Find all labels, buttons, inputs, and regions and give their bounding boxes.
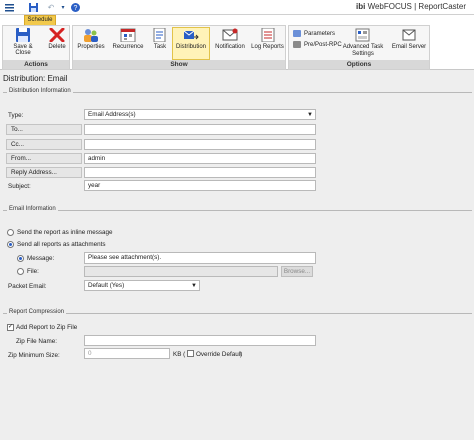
close-paren: )	[240, 351, 243, 358]
envelope-icon	[222, 28, 238, 42]
floppy-icon	[15, 28, 31, 42]
title-bar: ↶ ▾ ? ibi WebFOCUS | ReportCaster	[0, 0, 474, 15]
group-label-show: Show	[73, 60, 285, 69]
parameters-label: Parameters	[304, 30, 336, 37]
group-label-actions: Actions	[3, 60, 69, 69]
override-default-checkbox[interactable]	[187, 350, 194, 357]
notification-button[interactable]: Notification	[212, 28, 248, 59]
file-radio[interactable]	[17, 268, 24, 275]
packet-email-value: Default (Yes)	[88, 282, 125, 289]
packet-email-select[interactable]: Default (Yes) ▼	[84, 280, 200, 291]
file-label: File:	[27, 268, 39, 275]
app-title-prefix: WebFOCUS	[367, 2, 412, 11]
parameters-button[interactable]: Parameters	[293, 30, 335, 37]
app-title-suffix: ReportCaster	[418, 2, 466, 11]
pre-post-rpc-label: Pre/Post-RPC	[304, 41, 342, 48]
subject-label: Subject:	[8, 183, 31, 190]
section-title-distribution: Distribution Information	[7, 88, 73, 94]
undo-icon[interactable]: ↶	[46, 2, 56, 12]
packet-email-label: Packet Email:	[8, 283, 47, 290]
attachments-label: Send all reports as attachments	[17, 241, 106, 248]
message-field[interactable]: Please see attachment(s).	[84, 252, 316, 264]
zip-min-size-field[interactable]: 0	[84, 348, 170, 359]
help-icon[interactable]: ?	[70, 2, 80, 12]
tab-row: Schedule	[0, 15, 474, 25]
chevron-down-icon: ▼	[191, 283, 197, 289]
type-select[interactable]: Email Address(s) ▼	[84, 109, 316, 120]
section-title-compression: Report Compression	[7, 309, 67, 315]
from-button[interactable]: From...	[6, 153, 82, 164]
properties-icon	[83, 28, 99, 42]
notification-label: Notification	[215, 44, 245, 50]
advanced-task-settings-label: Advanced Task Settings	[342, 44, 384, 57]
log-icon	[260, 27, 276, 43]
task-label: Task	[153, 44, 167, 50]
inline-message-radio[interactable]	[7, 229, 14, 236]
advanced-settings-icon	[355, 28, 371, 42]
distribution-label: Distribution	[175, 44, 206, 50]
app-title: ibi WebFOCUS | ReportCaster	[355, 2, 466, 11]
chevron-down-icon[interactable]: ▾	[60, 2, 66, 12]
inline-message-label: Send the report as inline message	[17, 229, 113, 236]
recurrence-button[interactable]: Recurrence	[109, 28, 147, 59]
task-icon	[152, 27, 168, 43]
calendar-icon	[120, 28, 136, 43]
reply-address-button[interactable]: Reply Address...	[6, 167, 82, 178]
parameters-icon	[293, 30, 301, 37]
type-select-value: Email Address(s)	[88, 111, 136, 118]
to-button[interactable]: To...	[6, 124, 82, 135]
log-reports-label: Log Reports	[251, 44, 284, 50]
task-button[interactable]: Task	[149, 27, 171, 59]
page-title: Distribution: Email	[3, 74, 68, 83]
email-server-icon	[401, 28, 417, 42]
file-field[interactable]	[84, 266, 278, 277]
attachments-radio[interactable]	[7, 241, 14, 248]
ribbon-group-actions: Save & Close Delete Actions	[2, 25, 70, 70]
save-icon[interactable]	[28, 2, 38, 12]
email-server-label: Email Server	[391, 44, 427, 50]
delete-x-icon	[49, 27, 65, 43]
ribbon-group-show: Properties Recurrence Task Distribution …	[72, 25, 286, 70]
cc-field[interactable]	[84, 139, 316, 150]
recurrence-label: Recurrence	[112, 44, 144, 50]
message-radio[interactable]	[17, 255, 24, 262]
distribution-icon	[183, 28, 199, 42]
properties-button[interactable]: Properties	[75, 28, 107, 59]
pre-post-rpc-button[interactable]: Pre/Post-RPC	[293, 41, 342, 48]
save-close-label: Save & Close	[13, 44, 33, 56]
from-field[interactable]: admin	[84, 153, 316, 164]
message-label: Message:	[27, 255, 55, 262]
ribbon: Save & Close Delete Actions Properties R…	[0, 25, 474, 70]
advanced-task-settings-button[interactable]: Advanced Task Settings	[341, 28, 385, 59]
add-zip-checkbox[interactable]: ✓	[7, 324, 14, 331]
rpc-icon	[293, 41, 301, 48]
override-default-label: Override Default	[196, 351, 242, 358]
save-close-button[interactable]: Save & Close	[5, 28, 41, 59]
ibi-logo: ibi	[355, 2, 366, 11]
add-zip-label: Add Report to Zip File	[16, 324, 78, 331]
svg-text:?: ?	[73, 5, 77, 12]
zip-name-field[interactable]	[84, 335, 316, 346]
reply-address-field[interactable]	[84, 167, 316, 178]
zip-min-size-label: Zip Minimum Size:	[8, 352, 60, 359]
subject-field[interactable]: year	[84, 180, 316, 191]
group-label-options: Options	[289, 60, 429, 69]
section-title-email: Email Information	[7, 206, 58, 212]
to-field[interactable]	[84, 124, 316, 135]
log-reports-button[interactable]: Log Reports	[250, 27, 285, 59]
properties-label: Properties	[77, 44, 105, 50]
zip-name-label: Zip File Name:	[16, 338, 57, 345]
chevron-down-icon: ▼	[307, 112, 313, 118]
delete-label: Delete	[48, 44, 66, 50]
tab-schedule[interactable]: Schedule	[24, 15, 56, 25]
browse-button[interactable]: Browse...	[281, 266, 313, 277]
distribution-button[interactable]: Distribution	[172, 27, 210, 60]
kb-label: KB (	[173, 351, 186, 358]
type-label: Type:	[8, 112, 24, 119]
app-menu-icon[interactable]	[4, 2, 14, 12]
cc-button[interactable]: Cc...	[6, 139, 82, 150]
email-server-button[interactable]: Email Server	[389, 28, 429, 59]
delete-button[interactable]: Delete	[45, 27, 69, 59]
ribbon-group-options: Parameters Pre/Post-RPC Advanced Task Se…	[288, 25, 430, 70]
